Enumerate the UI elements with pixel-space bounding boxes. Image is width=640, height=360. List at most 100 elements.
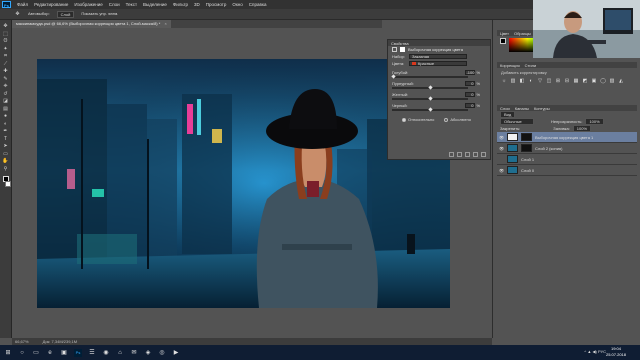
slider-value-field[interactable]: -100 [465,70,476,75]
adjustment-icon-1[interactable]: ▥ [510,79,516,84]
taskbar-icon-11[interactable]: ◎ [158,349,166,357]
method-absolute-radio[interactable]: Абсолютно [444,117,471,122]
adjustment-icon-8[interactable]: ▦ [573,79,579,84]
taskbar-icon-7[interactable]: ◉ [102,349,110,357]
background-color-swatch[interactable] [4,180,11,187]
visibility-eye-icon[interactable]: 👁 [499,168,504,173]
tab-layers[interactable]: Слои [500,106,510,111]
brush-icon[interactable]: ✎ [2,76,9,82]
tab-paths[interactable]: Контуры [534,106,550,111]
reset-icon[interactable] [465,152,470,157]
gradient-icon[interactable]: ▤ [2,106,9,112]
adjustment-icon-4[interactable]: ▽ [537,79,543,84]
foreground-color-swatch[interactable] [500,38,506,44]
taskbar-icon-8[interactable]: ⌂ [116,349,124,357]
slider-knob[interactable] [427,96,433,101]
menu-item-0[interactable]: Файл [14,2,31,7]
move-tool-options-icon[interactable]: ✥ [14,11,21,17]
fill-field[interactable]: 100% [572,125,592,132]
taskbar-icon-6[interactable]: ☰ [88,349,96,357]
tab-adjustments[interactable]: Коррекция [500,63,520,68]
adjustment-icon-13[interactable]: ◭ [618,79,624,84]
pen-icon[interactable]: ✒ [2,128,9,134]
zoom-level[interactable]: 66,67% [15,339,29,344]
move-icon[interactable]: ✥ [2,23,9,29]
clip-to-layer-icon[interactable] [449,152,454,157]
tab-color[interactable]: Цвет [500,31,509,36]
adjustment-icon-0[interactable]: ☼ [501,79,507,84]
slider-knob[interactable] [427,85,433,90]
eraser-icon[interactable]: ◪ [2,98,9,104]
layer-row[interactable]: Слой 1 [497,154,637,165]
clock[interactable]: 19:04 25.07.2018 [606,346,626,358]
layer-row[interactable]: 👁 Слой 0 [497,165,637,176]
menu-item-10[interactable]: Справка [246,2,270,7]
adjustment-icon-12[interactable]: ▨ [609,79,615,84]
adjustment-icon-7[interactable]: ⊟ [564,79,570,84]
visibility-eye-icon[interactable]: 👁 [499,135,504,140]
adjustment-icon-10[interactable]: ▣ [591,79,597,84]
healing-icon[interactable]: ✚ [2,68,9,74]
taskbar-icon-4[interactable]: ▣ [60,349,68,357]
menu-item-7[interactable]: 3D [191,2,203,7]
autoselect-label[interactable]: Автовыбор: [25,11,53,18]
taskbar-icon-5[interactable]: Ps [74,348,82,357]
menu-item-1[interactable]: Редактирование [31,2,71,7]
taskbar-icon-3[interactable]: e [46,349,54,357]
adjustment-icon-3[interactable]: ◐ [528,79,534,84]
layer-kind-filter[interactable]: Вид [500,111,516,118]
adjustment-icon-11[interactable]: ◯ [600,79,606,84]
slider-knob[interactable] [391,74,396,79]
crop-icon[interactable]: ⌗ [2,53,9,59]
slider-value-field[interactable]: 0 [465,92,476,97]
slider-knob[interactable] [427,107,433,112]
type-icon[interactable]: T [2,136,9,142]
slider-track[interactable] [392,85,468,90]
slider-value-field[interactable]: 0 [465,81,476,86]
taskbar-icon-10[interactable]: ◈ [144,349,152,357]
wand-icon[interactable]: ✦ [2,46,9,52]
system-tray[interactable]: ^ ▲ ◀) РУС [584,349,606,354]
autoselect-target-dropdown[interactable]: Слой [56,10,75,18]
history-brush-icon[interactable]: ↺ [2,91,9,97]
slider-track[interactable] [391,74,468,79]
blend-mode-dropdown[interactable]: Обычные [500,118,534,125]
path-select-icon[interactable]: ➤ [2,143,9,149]
adjustment-icon-2[interactable]: ◧ [519,79,525,84]
slider-value-field[interactable]: 0 [465,103,476,108]
show-transform-controls-checkbox[interactable]: Показать упр. элем. [78,11,121,18]
menu-item-3[interactable]: Слои [106,2,123,7]
document-tab[interactable]: маскинамоуда.psd @ 66,6% (Выборочная кор… [12,20,171,28]
opacity-field[interactable]: 100% [585,118,604,125]
dodge-icon[interactable]: ◐ [2,121,9,127]
blur-icon[interactable]: ● [2,113,9,119]
lasso-icon[interactable]: ʘ [2,38,9,44]
marquee-icon[interactable]: ⬚ [2,31,9,37]
taskbar-icon-2[interactable]: ▭ [32,349,40,357]
hand-icon[interactable]: ✋ [2,158,9,164]
adjustment-icon-6[interactable]: ⊞ [555,79,561,84]
adjustment-icon-9[interactable]: ◩ [582,79,588,84]
menu-item-2[interactable]: Изображение [71,2,105,7]
stamp-icon[interactable]: ⎈ [2,83,9,89]
taskbar-icon-1[interactable]: ○ [18,349,26,357]
visibility-icon[interactable] [473,152,478,157]
layer-mask-thumbnail[interactable] [521,144,532,152]
tab-styles[interactable]: Стили [525,63,537,68]
menu-item-8[interactable]: Просмотр [203,2,230,7]
taskbar-icon-0[interactable]: ⊞ [4,349,12,357]
tab-swatches[interactable]: Образцы [514,31,531,36]
visibility-eye-icon[interactable]: 👁 [499,146,504,151]
menu-item-5[interactable]: Выделение [140,2,170,7]
slider-track[interactable] [392,96,468,101]
menu-item-9[interactable]: Окно [229,2,245,7]
slider-track[interactable] [392,107,468,112]
trash-icon[interactable] [481,152,486,157]
tab-channels[interactable]: Каналы [515,106,529,111]
taskbar-icon-9[interactable]: ✉ [130,349,138,357]
taskbar-icon-12[interactable]: ▶ [172,349,180,357]
preset-dropdown[interactable]: Заказная [409,54,467,59]
method-relative-radio[interactable]: Относительно [402,117,434,122]
menu-item-4[interactable]: Текст [123,2,140,7]
shape-icon[interactable]: ▭ [2,151,9,157]
